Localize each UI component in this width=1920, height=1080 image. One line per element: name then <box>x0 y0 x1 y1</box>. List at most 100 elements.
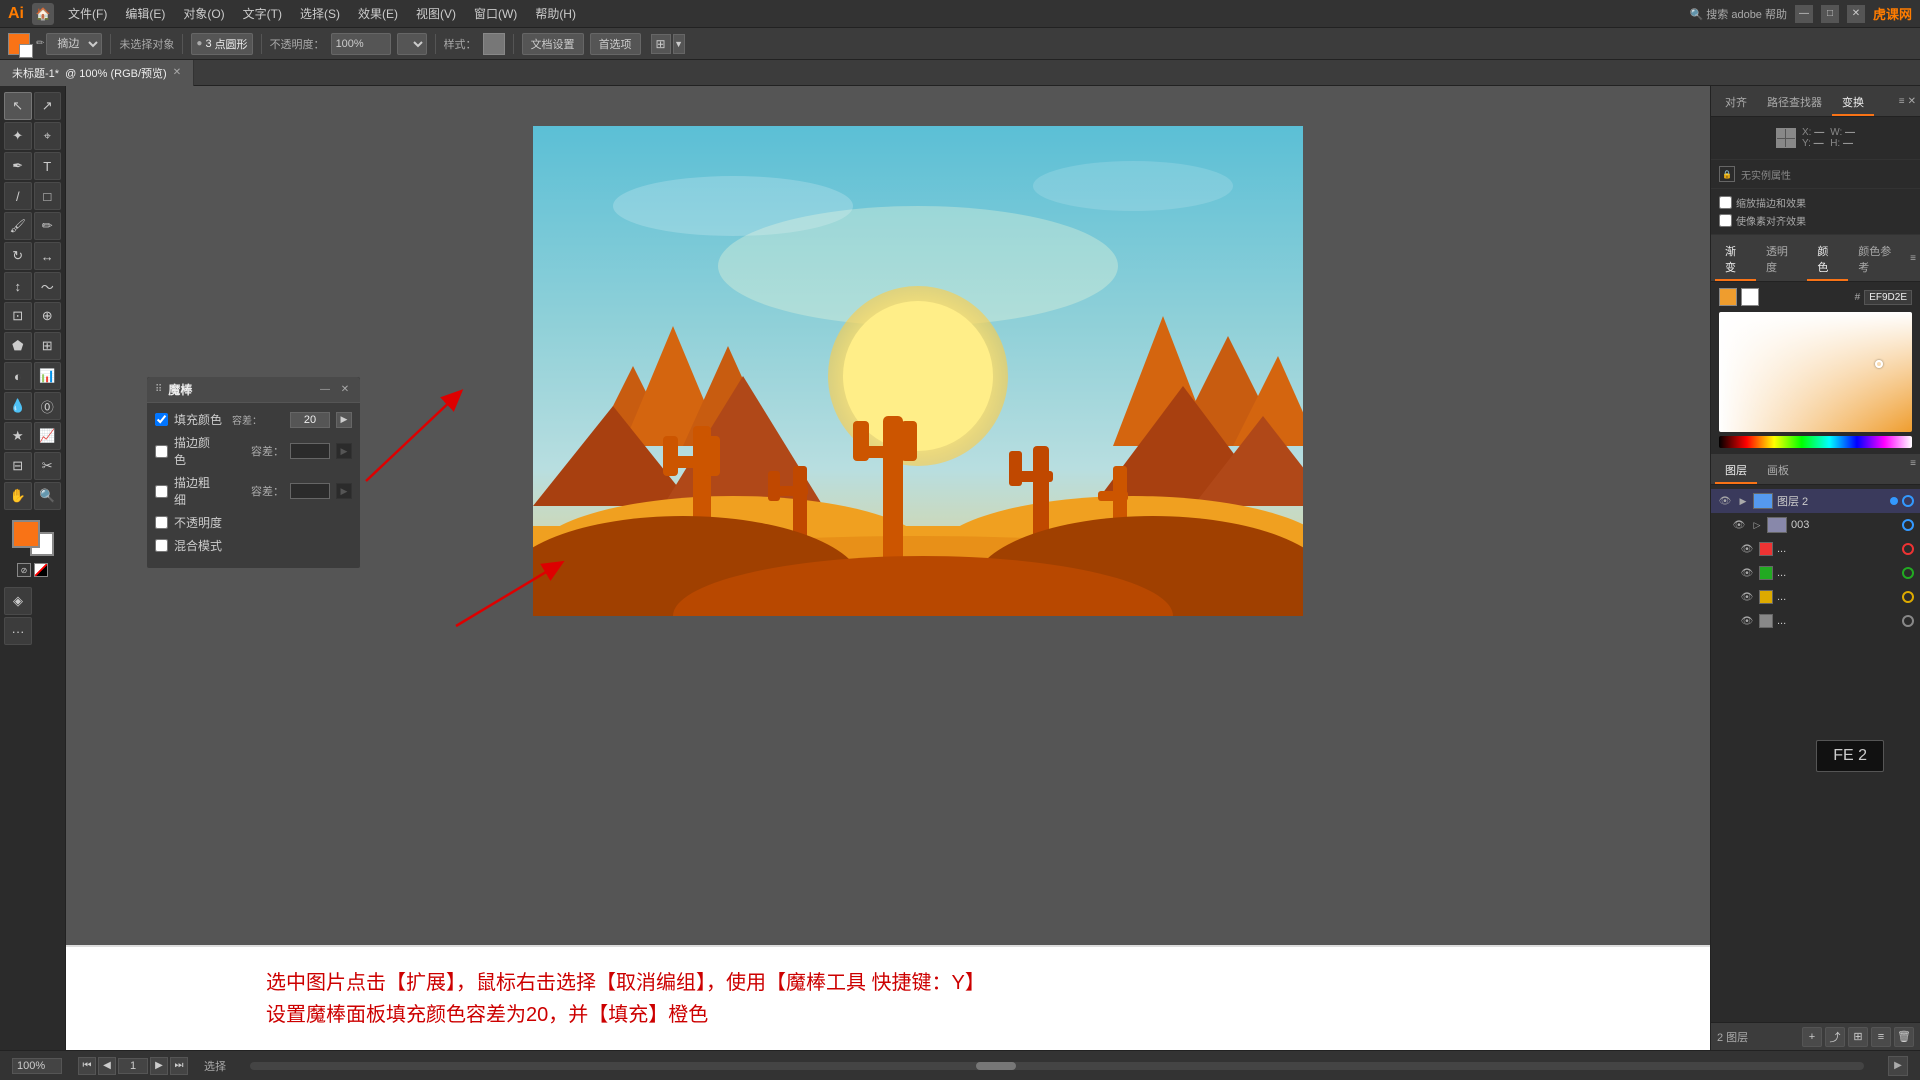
brush-dropdown[interactable]: 摘边 <box>46 33 102 55</box>
layer-item-green[interactable]: 👁 ... <box>1711 561 1920 585</box>
home-button[interactable]: 🏠 <box>32 3 54 25</box>
no-color-icon[interactable]: ⊘ <box>17 563 31 577</box>
layer-eye-yellow[interactable]: 👁 <box>1739 589 1755 605</box>
tab-layers[interactable]: 图层 <box>1715 458 1757 484</box>
gradient-tool[interactable]: ◐ <box>4 362 32 390</box>
panel-options-icon[interactable]: ≡ <box>1899 96 1905 107</box>
align-pixel-checkbox[interactable] <box>1719 214 1732 227</box>
rotate-tool[interactable]: ↻ <box>4 242 32 270</box>
layer-target-red[interactable] <box>1902 543 1914 555</box>
arrange-dropdown[interactable]: ▼ <box>673 34 685 54</box>
layer-options-btn[interactable]: ≡ <box>1871 1027 1891 1047</box>
panel-close-btn[interactable]: ✕ <box>338 383 352 397</box>
slice-tool[interactable]: ✂ <box>34 452 62 480</box>
minimize-btn[interactable]: — <box>1795 5 1813 23</box>
foreground-color[interactable] <box>12 520 40 548</box>
perspective-tool[interactable]: ⬟ <box>4 332 32 360</box>
prev-page-btn[interactable]: ◀ <box>98 1057 116 1075</box>
selection-tool[interactable]: ↖ <box>4 92 32 120</box>
more-tools-btn[interactable]: ··· <box>4 617 32 645</box>
page-input[interactable] <box>118 1058 148 1074</box>
layer-eye-gray[interactable]: 👁 <box>1739 613 1755 629</box>
panel-close-right[interactable]: ✕ <box>1908 96 1916 107</box>
menu-select[interactable]: 选择(S) <box>292 3 348 24</box>
width-tool[interactable]: ↕ <box>4 272 32 300</box>
close-btn[interactable]: ✕ <box>1847 5 1865 23</box>
reflect-tool[interactable]: ↔ <box>34 242 62 270</box>
hand-tool[interactable]: ✋ <box>4 482 32 510</box>
layer-target-gray[interactable] <box>1902 615 1914 627</box>
layer-target-003[interactable] <box>1902 519 1914 531</box>
next-page-btn[interactable]: ▶ <box>150 1057 168 1075</box>
menu-object[interactable]: 对象(O) <box>175 3 232 24</box>
blend-tool[interactable]: ⓪ <box>34 392 62 420</box>
tab-color[interactable]: 颜色 <box>1807 239 1848 281</box>
menu-window[interactable]: 窗口(W) <box>466 3 525 24</box>
stroke-width-tolerance-input[interactable] <box>290 483 330 499</box>
eyedropper-tool[interactable]: 💧 <box>4 392 32 420</box>
color-mode-icon[interactable] <box>34 563 48 577</box>
layer-eye-2[interactable]: 👁 <box>1717 493 1733 509</box>
layer-expand-003[interactable]: ▷ <box>1751 519 1763 531</box>
tolerance-increment-btn[interactable]: ▶ <box>336 412 352 428</box>
delete-layer-btn[interactable]: 🗑 <box>1894 1027 1914 1047</box>
scale-stroke-checkbox[interactable] <box>1719 196 1732 209</box>
pencil-tool[interactable]: ✏ <box>34 212 62 240</box>
tab-artboard[interactable]: 画板 <box>1757 458 1799 484</box>
menu-file[interactable]: 文件(F) <box>60 3 115 24</box>
opacity-input[interactable] <box>331 33 391 55</box>
warp-tool[interactable]: 〜 <box>34 272 62 300</box>
stroke-color-checkbox[interactable] <box>155 445 168 458</box>
layer-target-yellow[interactable] <box>1902 591 1914 603</box>
menu-type[interactable]: 文字(T) <box>235 3 290 24</box>
move-to-new-layer-btn[interactable]: ⤴ <box>1825 1027 1845 1047</box>
layer-expand-2[interactable]: ▶ <box>1737 495 1749 507</box>
rect-tool[interactable]: □ <box>34 182 62 210</box>
panel-minimize-btn[interactable]: — <box>318 383 332 397</box>
menu-help[interactable]: 帮助(H) <box>527 3 584 24</box>
shape-builder-tool[interactable]: ⊕ <box>34 302 62 330</box>
tab-transform[interactable]: 变换 <box>1832 90 1874 116</box>
lasso-tool[interactable]: ⌖ <box>34 122 62 150</box>
layer-item-red[interactable]: 👁 ... <box>1711 537 1920 561</box>
symbol-tool[interactable]: ★ <box>4 422 32 450</box>
stroke-width-checkbox[interactable] <box>155 485 168 498</box>
doc-settings-btn[interactable]: 文档设置 <box>522 33 584 55</box>
stroke-color-tolerance-input[interactable] <box>290 443 330 459</box>
create-sublayer-btn[interactable]: ⊞ <box>1848 1027 1868 1047</box>
document-tab[interactable]: 未标题-1* @ 100% (RGB/预览) ✕ <box>0 60 194 86</box>
tolerance-input[interactable]: 20 <box>290 412 330 428</box>
tab-swatches[interactable]: 渐变 <box>1715 239 1756 281</box>
preferences-btn[interactable]: 首选项 <box>590 33 641 55</box>
tab-align[interactable]: 对齐 <box>1715 90 1757 116</box>
menu-view[interactable]: 视图(V) <box>408 3 464 24</box>
zoom-input[interactable] <box>12 1058 62 1074</box>
layer-eye-003[interactable]: 👁 <box>1731 517 1747 533</box>
maximize-btn[interactable]: □ <box>1821 5 1839 23</box>
brush-selector[interactable]: ✏ 摘边 <box>36 33 102 55</box>
tab-close-icon[interactable]: ✕ <box>173 67 181 78</box>
color-saturation-field[interactable] <box>1719 312 1912 432</box>
horizontal-scrollbar[interactable] <box>250 1062 1864 1070</box>
line-tool[interactable]: / <box>4 182 32 210</box>
hue-bar[interactable] <box>1719 436 1912 448</box>
opacity-checkbox[interactable] <box>155 516 168 529</box>
scroll-end-btn[interactable]: ▶ <box>1888 1056 1908 1076</box>
layer-eye-red[interactable]: 👁 <box>1739 541 1755 557</box>
zoom-tool[interactable]: 🔍 <box>34 482 62 510</box>
fg-swatch[interactable] <box>1719 288 1737 306</box>
new-layer-btn[interactable]: + <box>1802 1027 1822 1047</box>
color-panel-options[interactable]: ≡ <box>1910 253 1916 268</box>
artboard-tool[interactable]: ⊟ <box>4 452 32 480</box>
pen-tool[interactable]: ✒ <box>4 152 32 180</box>
column-graph-tool[interactable]: 📈 <box>34 422 62 450</box>
menu-edit[interactable]: 编辑(E) <box>117 3 173 24</box>
bg-swatch[interactable] <box>1741 288 1759 306</box>
layer-eye-green[interactable]: 👁 <box>1739 565 1755 581</box>
extra-tool-1[interactable]: ◈ <box>4 587 32 615</box>
first-page-btn[interactable]: ⏮ <box>78 1057 96 1075</box>
scrollbar-thumb[interactable] <box>976 1062 1016 1070</box>
panel-title-bar[interactable]: ⠿ 魔棒 — ✕ <box>147 377 360 403</box>
arrange-icon[interactable]: ⊞ <box>651 34 671 54</box>
blend-mode-checkbox[interactable] <box>155 539 168 552</box>
